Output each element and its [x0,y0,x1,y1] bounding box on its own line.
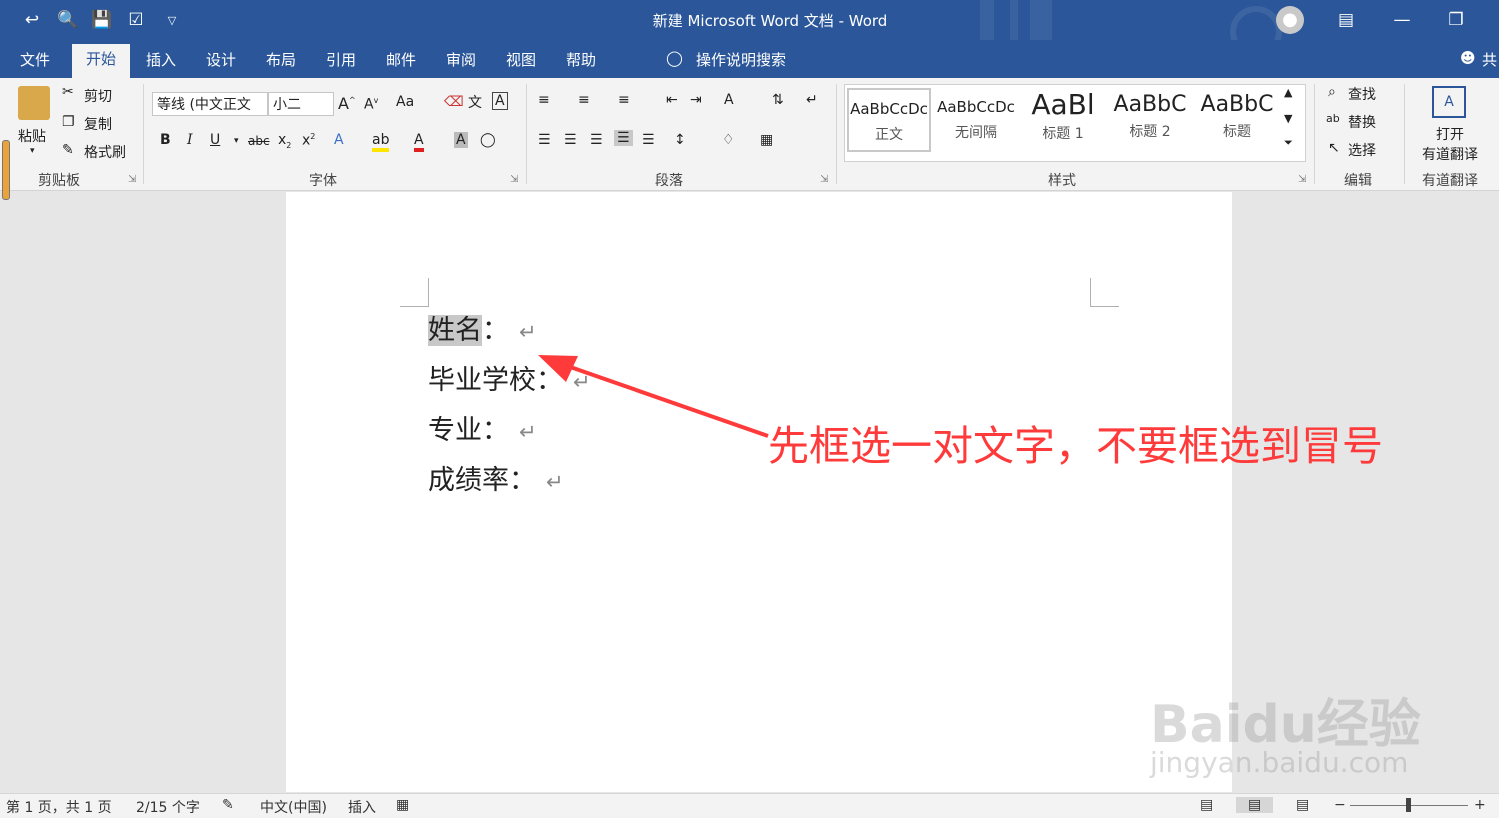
macro-icon[interactable]: ▦ [396,797,409,813]
proofing-icon[interactable]: ✎ [222,797,234,813]
status-insert-mode[interactable]: 插入 [348,797,376,817]
print-layout-icon[interactable]: ▤ [1236,797,1274,813]
status-language[interactable]: 中文(中国) [260,797,327,817]
read-mode-icon[interactable]: ▤ [1200,797,1213,813]
status-page[interactable]: 第 1 页，共 1 页 [6,797,112,817]
zoom-out-icon[interactable]: − [1334,797,1346,813]
annotation-text: 先框选一对文字，不要框选到冒号 [768,422,1383,470]
zoom-slider-thumb[interactable] [1406,798,1411,812]
status-bar: 第 1 页，共 1 页 2/15 个字 ✎ 中文(中国) 插入 ▦ ▤ ▤ ▤ … [0,793,1499,818]
web-layout-icon[interactable]: ▤ [1296,797,1309,813]
watermark-url: jingyan.baidu.com [1150,746,1409,779]
zoom-in-icon[interactable]: + [1474,797,1486,813]
status-word-count[interactable]: 2/15 个字 [136,797,200,817]
